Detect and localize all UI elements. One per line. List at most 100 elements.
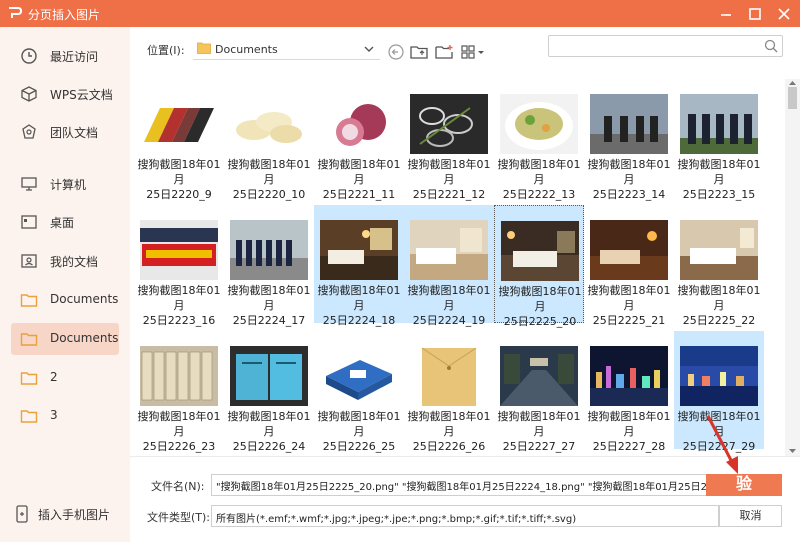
folder-icon	[20, 294, 38, 307]
file-name-line1: 搜狗截图18年01月	[317, 410, 401, 438]
file-name-line2: 25日2220_10	[232, 188, 306, 201]
sidebar-item-recent[interactable]: 最近访问	[11, 40, 119, 72]
sidebar-item-my-docs[interactable]: 我的文档	[11, 245, 119, 277]
filetype-label: 文件类型(T):	[147, 511, 211, 524]
file-thumbnail	[680, 346, 758, 406]
close-icon[interactable]	[774, 4, 794, 24]
file-tile[interactable]: 搜狗截图18年01月 25日2220_9	[134, 79, 224, 201]
file-name-line2: 25日2223_15	[682, 188, 756, 201]
file-tile[interactable]: 搜狗截图18年01月 25日2226_24	[224, 331, 314, 453]
filename-field[interactable]: "搜狗截图18年01月25日2225_20.png" "搜狗截图18年01月25…	[211, 474, 707, 496]
folder-icon	[197, 42, 211, 54]
file-tile[interactable]: 搜狗截图18年01月 25日2227_29	[674, 331, 764, 453]
vertical-scrollbar[interactable]	[785, 79, 800, 456]
file-name: 搜狗截图18年01月 25日2223_14	[584, 157, 674, 202]
wps-logo-icon	[9, 7, 23, 18]
location-dropdown[interactable]: Documents	[193, 38, 380, 60]
file-tile[interactable]: 搜狗截图18年01月 25日2220_10	[224, 79, 314, 201]
file-name-line1: 搜狗截图18年01月	[497, 410, 581, 438]
sidebar-item-desktop[interactable]: 桌面	[11, 206, 119, 238]
sidebar-item-computer[interactable]: 计算机	[11, 168, 119, 200]
cancel-button[interactable]: 取消	[719, 505, 782, 527]
file-name: 搜狗截图18年01月 25日2226_24	[224, 409, 314, 454]
file-tile[interactable]: 搜狗截图18年01月 25日2226_26	[404, 331, 494, 453]
file-tile[interactable]: 搜狗截图18年01月 25日2225_21	[584, 205, 674, 327]
new-folder-icon[interactable]	[434, 43, 454, 61]
location-value: Documents	[215, 43, 278, 56]
scroll-down-icon[interactable]	[788, 447, 797, 455]
folder-icon	[20, 410, 38, 423]
maximize-icon[interactable]	[745, 4, 765, 24]
back-icon[interactable]	[386, 43, 406, 61]
sidebar-item-documents-active[interactable]: Documents	[11, 323, 119, 355]
file-name: 搜狗截图18年01月 25日2223_16	[134, 283, 224, 328]
file-thumbnail	[320, 94, 398, 154]
file-thumbnail	[140, 220, 218, 280]
file-name: 搜狗截图18年01月 25日2225_22	[674, 283, 764, 328]
file-name-line1: 搜狗截图18年01月	[227, 158, 311, 186]
file-thumbnail	[230, 94, 308, 154]
file-thumbnail	[590, 94, 668, 154]
file-tile[interactable]: 搜狗截图18年01月 25日2224_19	[404, 205, 494, 327]
file-name: 搜狗截图18年01月 25日2226_25	[314, 409, 404, 454]
file-tile[interactable]: 搜狗截图18年01月 25日2222_13	[494, 79, 584, 201]
filetype-select[interactable]: 所有图片(*.emf;*.wmf;*.jpg;*.jpeg;*.jpe;*.pn…	[211, 505, 719, 527]
window-title: 分页插入图片	[28, 8, 101, 22]
sidebar-item-folder-2[interactable]: 2	[11, 362, 119, 394]
file-name-line1: 搜狗截图18年01月	[317, 158, 401, 186]
scrollbar-thumb[interactable]	[788, 87, 797, 109]
open-button[interactable]: 验	[706, 474, 782, 496]
file-thumbnail	[501, 221, 579, 281]
file-thumbnail	[410, 220, 488, 280]
filename-label: 文件名(N):	[151, 480, 205, 493]
file-tile[interactable]: 搜狗截图18年01月 25日2224_17	[224, 205, 314, 327]
file-thumbnail	[320, 220, 398, 280]
file-tile[interactable]: 搜狗截图18年01月 25日2223_14	[584, 79, 674, 201]
file-name-line2: 25日2224_19	[412, 314, 486, 327]
insert-mobile-image-button[interactable]: 插入手机图片	[14, 503, 126, 525]
file-tile[interactable]: 搜狗截图18年01月 25日2227_28	[584, 331, 674, 453]
file-tile[interactable]: 搜狗截图18年01月 25日2226_23	[134, 331, 224, 453]
search-icon[interactable]	[764, 39, 778, 53]
file-tile[interactable]: 搜狗截图18年01月 25日2223_15	[674, 79, 764, 201]
search-input[interactable]	[553, 38, 758, 54]
file-tile[interactable]: 搜狗截图18年01月 25日2225_20	[494, 205, 584, 328]
file-tile[interactable]: 搜狗截图18年01月 25日2224_18	[314, 205, 404, 327]
file-thumbnail	[590, 346, 668, 406]
file-name-line2: 25日2221_12	[412, 188, 486, 201]
file-name-line2: 25日2226_26	[412, 440, 486, 453]
file-tile[interactable]: 搜狗截图18年01月 25日2223_16	[134, 205, 224, 327]
search-box[interactable]	[548, 35, 783, 57]
file-thumbnail	[230, 346, 308, 406]
sidebar-item-documents[interactable]: Documents	[11, 284, 119, 316]
file-name-line2: 25日2225_22	[682, 314, 756, 327]
up-folder-icon[interactable]	[409, 43, 429, 61]
minimize-icon[interactable]	[716, 4, 736, 24]
file-tile[interactable]: 搜狗截图18年01月 25日2226_25	[314, 331, 404, 453]
bottom-divider	[130, 456, 800, 457]
file-grid: 搜狗截图18年01月 25日2220_9 搜狗截图18年01月 25日2220_10 搜…	[130, 79, 785, 456]
sidebar-item-team-docs[interactable]: 团队文档	[11, 116, 119, 148]
sidebar-item-wps-cloud[interactable]: WPS云文档	[11, 78, 119, 110]
file-name: 搜狗截图18年01月 25日2226_23	[134, 409, 224, 454]
file-thumbnail	[320, 346, 398, 406]
view-grid-icon[interactable]	[460, 43, 486, 61]
file-tile[interactable]: 搜狗截图18年01月 25日2221_11	[314, 79, 404, 201]
file-tile[interactable]: 搜狗截图18年01月 25日2227_27	[494, 331, 584, 453]
file-name-line2: 25日2226_23	[142, 440, 216, 453]
folder-icon	[20, 333, 38, 346]
file-name: 搜狗截图18年01月 25日2221_11	[314, 157, 404, 202]
file-name-line2: 25日2220_9	[146, 188, 212, 201]
file-name: 搜狗截图18年01月 25日2227_27	[494, 409, 584, 454]
file-name-line2: 25日2225_21	[592, 314, 666, 327]
file-thumbnail	[140, 94, 218, 154]
file-name-line1: 搜狗截图18年01月	[407, 410, 491, 438]
file-name-line2: 25日2227_27	[502, 440, 576, 453]
file-thumbnail	[230, 220, 308, 280]
file-tile[interactable]: 搜狗截图18年01月 25日2225_22	[674, 205, 764, 327]
monitor-icon	[21, 177, 37, 191]
file-tile[interactable]: 搜狗截图18年01月 25日2221_12	[404, 79, 494, 201]
sidebar-item-folder-3[interactable]: 3	[11, 400, 119, 432]
scroll-up-icon[interactable]	[788, 79, 797, 87]
file-name-line1: 搜狗截图18年01月	[317, 284, 401, 312]
